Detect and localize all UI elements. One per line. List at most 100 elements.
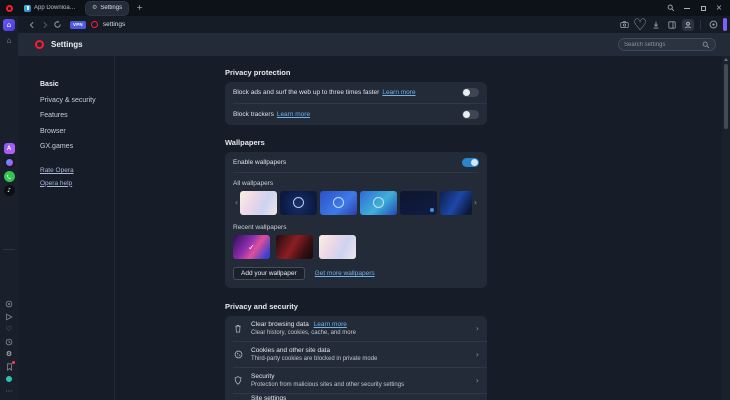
player-icon[interactable] <box>5 300 14 309</box>
tab-settings[interactable]: ⚙ Settings <box>86 2 128 15</box>
download-favicon <box>24 5 31 12</box>
reload-button[interactable] <box>51 18 64 31</box>
carousel-right-icon[interactable]: › <box>472 199 479 207</box>
profile-button[interactable] <box>682 19 694 31</box>
learn-more-link[interactable]: Learn more <box>314 321 347 328</box>
row-subtitle: Third-party cookies are blocked in priva… <box>251 355 472 363</box>
wallpaper-thumbnail[interactable] <box>240 191 277 215</box>
cookies-row[interactable]: Cookies and other site data Third-party … <box>225 342 487 367</box>
cookie-icon <box>233 350 243 360</box>
security-row[interactable]: Security Protection from malicious sites… <box>225 368 487 393</box>
get-more-wallpapers-link[interactable]: Get more wallpapers <box>315 270 375 277</box>
recent-wallpapers-label: Recent wallpapers <box>233 224 479 231</box>
block-trackers-toggle[interactable] <box>462 110 479 119</box>
wallpaper-thumbnail[interactable] <box>360 191 397 215</box>
toolbar-divider <box>700 20 701 30</box>
downloads-icon[interactable] <box>650 19 662 31</box>
row-subtitle: Clear history, cookies, cache, and more <box>251 329 472 337</box>
enable-wallpapers-toggle[interactable] <box>462 158 479 167</box>
nav-item-basic[interactable]: Basic <box>40 81 114 88</box>
browser-toolbar: VPN settings ♡ <box>18 16 730 33</box>
tiktok-icon[interactable]: ♪ <box>4 185 15 196</box>
rate-opera-link[interactable]: Rate Opera <box>40 167 114 174</box>
sidebar-panel-indicator[interactable] <box>723 18 727 31</box>
nav-item-gx-games[interactable]: GX.games <box>40 143 114 150</box>
sidebar-divider <box>3 249 15 250</box>
wallpaper-thumbnail[interactable] <box>320 191 357 215</box>
row-title: Site settings <box>251 395 472 400</box>
privacy-protection-card: Block ads and surf the web up to three t… <box>225 82 487 125</box>
section-heading-privacy-protection: Privacy protection <box>225 68 487 77</box>
vpn-badge[interactable]: VPN <box>70 21 86 29</box>
block-ads-toggle[interactable] <box>462 88 479 97</box>
messenger-icon[interactable] <box>4 157 15 168</box>
nav-item-features[interactable]: Features <box>40 112 114 119</box>
scrollbar-up-arrow[interactable] <box>724 58 728 61</box>
add-wallpaper-button[interactable]: Add your wallpaper <box>233 267 305 280</box>
history-icon[interactable] <box>5 337 14 346</box>
page-title: Settings <box>51 40 83 49</box>
settings-search-input[interactable] <box>624 42 702 48</box>
wallpaper-thumbnail[interactable] <box>276 235 313 259</box>
check-icon: ✓ <box>233 235 270 259</box>
all-wallpapers-label: All wallpapers <box>233 180 479 187</box>
opera-logo-icon <box>6 5 13 12</box>
bookmarks-heart-icon[interactable]: ♡ <box>5 325 14 334</box>
learn-more-link[interactable]: Learn more <box>382 89 415 96</box>
clear-browsing-data-row[interactable]: Clear browsing data Learn more Clear his… <box>225 316 487 341</box>
settings-gear-icon[interactable]: ⚙ <box>5 350 14 359</box>
scrollbar-thumb[interactable] <box>724 64 728 129</box>
block-trackers-label: Block trackers <box>233 111 274 118</box>
opera-logo-icon <box>35 40 44 49</box>
opera-browser-window: App Downloads for Wind ⚙ Settings + × ⌂ … <box>0 0 730 400</box>
wallpaper-thumbnail[interactable] <box>280 191 317 215</box>
favorites-heart-icon[interactable]: ♡ <box>634 19 646 31</box>
pinboard-icon[interactable] <box>5 362 14 371</box>
settings-scroll-area[interactable]: Privacy protection Block ads and surf th… <box>115 56 730 400</box>
tab-label: App Downloads for Wind <box>34 5 78 11</box>
close-button[interactable]: × <box>712 1 726 15</box>
snapshot-camera-icon[interactable] <box>618 19 630 31</box>
wallpaper-thumbnail[interactable] <box>440 191 472 215</box>
extensions-panel-icon[interactable] <box>666 19 678 31</box>
browser-sidebar: ⌂ ⌂ A ♪ ♡ ⚙ <box>0 16 18 400</box>
privacy-security-card: Clear browsing data Learn more Clear his… <box>225 316 487 400</box>
workspace-secondary-button[interactable]: ⌂ <box>6 36 11 46</box>
site-settings-row[interactable]: Site settings Controls what information … <box>225 394 487 400</box>
wallpaper-thumbnail[interactable] <box>400 191 437 215</box>
wallpaper-carousel: ‹ › <box>233 191 479 215</box>
page-scrollbar[interactable] <box>722 56 730 400</box>
opera-help-link[interactable]: Opera help <box>40 180 114 187</box>
workspace-home-button[interactable]: ⌂ <box>3 19 15 31</box>
wallpaper-thumbnail-selected[interactable]: ✓ <box>233 235 270 259</box>
search-icon <box>702 41 710 49</box>
settings-search-box[interactable] <box>618 38 716 51</box>
opera-menu-button[interactable] <box>0 0 18 16</box>
forward-button[interactable] <box>38 18 51 31</box>
easy-setup-icon[interactable] <box>707 19 719 31</box>
status-indicator[interactable] <box>5 375 14 384</box>
nav-item-browser[interactable]: Browser <box>40 128 114 135</box>
address-bar-url[interactable]: settings <box>103 21 125 28</box>
settings-page: Settings Basic Privacy & security Featur… <box>18 33 730 400</box>
whatsapp-icon[interactable] <box>4 171 15 182</box>
settings-header: Settings <box>18 33 730 56</box>
wallpaper-thumbnail[interactable] <box>319 235 356 259</box>
tab-search-icon[interactable] <box>664 1 678 15</box>
learn-more-link[interactable]: Learn more <box>277 111 310 118</box>
minimize-button[interactable] <box>680 1 694 15</box>
nav-item-privacy-security[interactable]: Privacy & security <box>40 97 114 104</box>
opera-site-icon <box>91 21 98 28</box>
aria-ai-icon[interactable]: A <box>4 143 15 154</box>
section-heading-wallpapers: Wallpapers <box>225 138 487 147</box>
back-button[interactable] <box>25 18 38 31</box>
flow-send-icon[interactable] <box>5 312 14 321</box>
shield-icon <box>233 376 243 386</box>
chevron-right-icon: › <box>476 324 479 333</box>
new-tab-button[interactable]: + <box>134 3 145 14</box>
sidebar-more-button[interactable]: ⋯ <box>5 387 14 396</box>
tab-app-downloads[interactable]: App Downloads for Wind <box>18 2 84 15</box>
maximize-button[interactable] <box>696 1 710 15</box>
carousel-left-icon[interactable]: ‹ <box>233 199 240 207</box>
row-subtitle: Protection from malicious sites and othe… <box>251 381 472 389</box>
